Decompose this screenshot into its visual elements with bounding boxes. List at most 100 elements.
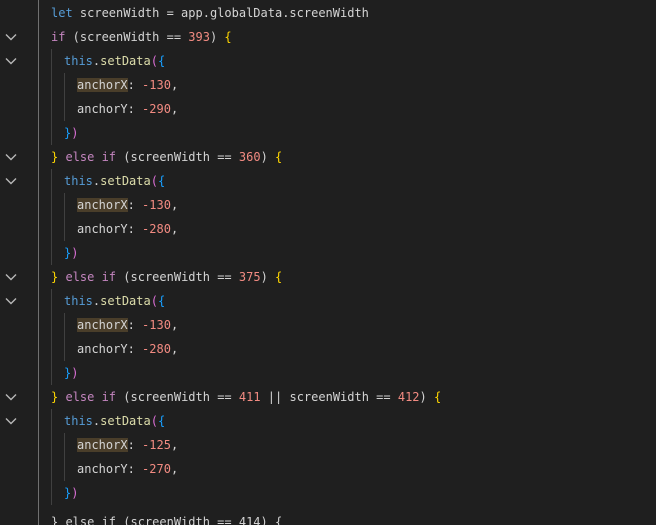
code-line[interactable]: this.setData({	[26, 409, 656, 433]
chevron-down-icon[interactable]	[3, 173, 19, 189]
code-line[interactable]: anchorX: -130,	[26, 313, 656, 337]
indent-guide	[64, 73, 65, 121]
chevron-down-icon[interactable]	[3, 269, 19, 285]
code-token: ,	[170, 438, 179, 452]
code-token: setData	[100, 294, 151, 308]
chevron-down-icon[interactable]	[3, 293, 19, 309]
indent-guide	[51, 289, 52, 385]
code-token: {	[433, 390, 442, 404]
code-line[interactable]: })	[26, 121, 656, 145]
chevron-down-icon[interactable]	[3, 389, 19, 405]
code-line[interactable]: this.setData({	[26, 169, 656, 193]
code-token: 360	[238, 150, 261, 164]
code-line[interactable]: this.setData({	[26, 289, 656, 313]
code-token: -270	[142, 462, 171, 476]
chevron-down-icon[interactable]	[3, 53, 19, 69]
code-token: :	[127, 342, 143, 356]
code-token: ||	[260, 390, 290, 404]
chevron-down-icon[interactable]	[3, 149, 19, 165]
code-token: else if	[58, 390, 124, 404]
code-line[interactable]: })	[26, 361, 656, 385]
code-token: this	[64, 294, 93, 308]
code-token: {	[157, 174, 166, 188]
code-token: setData	[100, 174, 151, 188]
chevron-down-icon[interactable]	[3, 29, 19, 45]
code-line[interactable]: anchorY: -280,	[26, 337, 656, 361]
code-editor[interactable]: let screenWidth = app.globalData.screenW…	[0, 0, 656, 525]
indent-guide	[38, 0, 39, 525]
code-line[interactable]: })	[26, 241, 656, 265]
code-token: )	[71, 366, 79, 380]
code-token: :	[127, 78, 143, 92]
code-line[interactable]: anchorY: -270,	[26, 457, 656, 481]
code-line[interactable]: })	[26, 481, 656, 505]
code-token: ,	[170, 198, 179, 212]
code-line[interactable]: anchorX: -130,	[26, 193, 656, 217]
code-token: -280	[142, 342, 171, 356]
code-token: -280	[142, 222, 171, 236]
code-token: this	[64, 54, 93, 68]
code-token: :	[127, 198, 143, 212]
code-token: )	[419, 390, 434, 404]
indent-guide	[51, 49, 52, 145]
code-line[interactable]: } else if (screenWidth == 360) {	[26, 145, 656, 169]
indent-guide	[51, 169, 52, 265]
code-token: (	[150, 174, 158, 188]
code-line[interactable]: this.setData({	[26, 49, 656, 73]
code-token: if	[51, 30, 66, 44]
code-token: )	[260, 270, 276, 284]
code-token: screenWidth ==	[130, 150, 239, 164]
code-token: 393	[188, 30, 210, 44]
code-token: -130	[142, 318, 171, 332]
code-token: anchorX	[77, 318, 128, 332]
code-token: 375	[238, 270, 261, 284]
code-token: (	[65, 30, 80, 44]
code-line[interactable]: anchorY: -280,	[26, 217, 656, 241]
code-token: -290	[142, 102, 171, 116]
code-line[interactable]: anchorY: -290,	[26, 97, 656, 121]
code-token: )	[71, 246, 79, 260]
code-token: this	[64, 174, 93, 188]
code-token: setData	[100, 54, 151, 68]
indent-guide	[51, 409, 52, 505]
code-line[interactable]: } else if (screenWidth == 375) {	[26, 265, 656, 289]
indent-guide	[64, 313, 65, 361]
code-token: anchorY	[77, 462, 128, 476]
code-token: (	[150, 294, 158, 308]
code-token: ,	[170, 462, 179, 476]
code-token: :	[127, 318, 143, 332]
code-token: {	[157, 54, 166, 68]
code-token: screenWidth ==	[79, 30, 189, 44]
code-token: } else if (screenWidth == 414) {	[51, 515, 283, 525]
code-token: anchorX	[77, 78, 128, 92]
code-line[interactable]: } else if (screenWidth == 411 || screenW…	[26, 385, 656, 409]
code-token: )	[71, 486, 79, 500]
code-token: {	[275, 150, 283, 164]
code-token: else if	[58, 270, 124, 284]
code-token: anchorX	[77, 438, 128, 452]
code-token: :	[127, 462, 143, 476]
code-token: :	[127, 102, 143, 116]
code-token: setData	[100, 414, 151, 428]
code-token: this	[64, 414, 93, 428]
code-token: {	[157, 414, 166, 428]
code-line[interactable]: } else if (screenWidth == 414) {	[26, 510, 656, 525]
code-line[interactable]: anchorX: -130,	[26, 73, 656, 97]
code-token: screenWidth = app.globalData.screenWidth	[72, 6, 369, 20]
code-token: )	[260, 150, 276, 164]
code-line[interactable]: if (screenWidth == 393) {	[26, 25, 656, 49]
code-token: (	[123, 390, 131, 404]
code-token: :	[127, 222, 143, 236]
code-token: :	[127, 438, 143, 452]
code-token: ,	[170, 318, 179, 332]
code-token: ,	[170, 102, 179, 116]
code-token: else if	[58, 150, 124, 164]
chevron-down-icon[interactable]	[3, 413, 19, 429]
code-token: 411	[238, 390, 261, 404]
code-content[interactable]: let screenWidth = app.globalData.screenW…	[26, 0, 656, 525]
code-line[interactable]: anchorX: -125,	[26, 433, 656, 457]
code-line[interactable]: let screenWidth = app.globalData.screenW…	[26, 1, 656, 25]
code-token: screenWidth ==	[289, 390, 398, 404]
code-token: anchorY	[77, 342, 128, 356]
indent-guide	[64, 433, 65, 481]
